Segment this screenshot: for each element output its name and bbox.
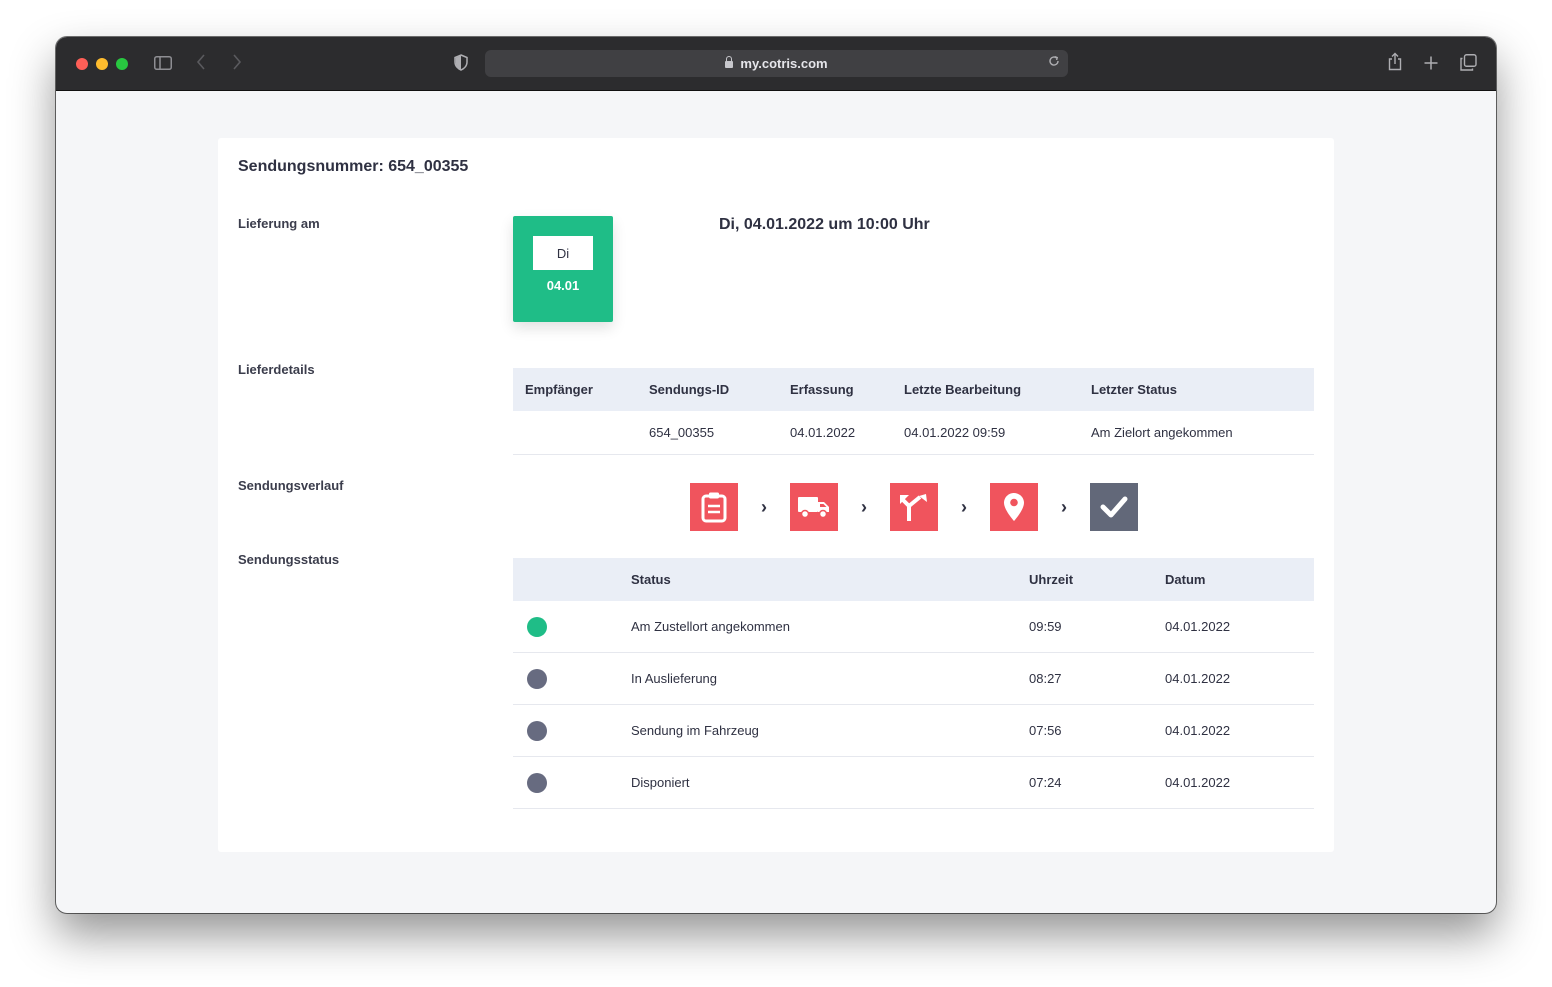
details-table: Empfänger Sendungs-ID Erfassung Letzte B… [513,368,1314,455]
lock-icon [725,56,734,68]
status-header-row: Status Uhrzeit Datum [513,558,1314,601]
status-text: In Auslieferung [619,652,1017,705]
cell-last-status: Am Zielort angekommen [1079,411,1314,455]
cell-shipment-id: 654_00355 [637,411,778,455]
table-row: Am Zustellort angekommen 09:59 04.01.202… [513,601,1314,653]
col-recipient: Empfänger [513,368,637,411]
share-icon[interactable] [1388,52,1402,75]
status-dot-icon [527,616,547,637]
status-date: 04.01.2022 [1153,756,1314,809]
shipment-progress: › › › › [690,483,1138,531]
table-row: Sendung im Fahrzeug 07:56 04.01.2022 [513,704,1314,757]
minimize-window-button[interactable] [96,58,108,70]
status-time: 07:24 [1017,756,1153,809]
status-dot-icon [527,668,547,689]
chevron-right-icon: › [861,496,867,517]
delivery-date-tile: Di 04.01 [513,216,613,322]
status-date: 04.01.2022 [1153,652,1314,705]
col-shipment-id: Sendungs-ID [637,368,778,411]
chevron-right-icon: › [961,496,967,517]
status-text: Disponiert [619,756,1017,809]
table-row: 654_00355 04.01.2022 04.01.2022 09:59 Am… [513,411,1314,455]
status-text: Am Zustellort angekommen [619,601,1017,653]
checkmark-icon [1090,483,1138,531]
status-time: 09:59 [1017,601,1153,653]
browser-window: my.cotris.com Sendungsnummer: 654_00355 … [56,37,1496,913]
url-text: my.cotris.com [740,56,828,71]
delivery-weekday: Di [533,236,593,270]
cell-last-edit: 04.01.2022 09:59 [892,411,1079,455]
route-split-icon [890,483,938,531]
delivery-datetime: Di, 04.01.2022 um 10:00 Uhr [719,216,930,233]
table-row: In Auslieferung 08:27 04.01.2022 [513,652,1314,705]
col-capture: Erfassung [778,368,892,411]
page-title: Sendungsnummer: 654_00355 [238,158,469,175]
forward-icon[interactable] [232,54,242,74]
history-label: Sendungsverlauf [238,478,344,493]
chevron-right-icon: › [761,496,767,517]
back-icon[interactable] [196,54,206,74]
status-dot-icon [527,720,547,741]
status-dot-icon [527,772,547,793]
delivery-day-month: 04.01 [546,278,580,293]
delivery-label: Lieferung am [238,216,320,231]
details-label: Lieferdetails [238,362,315,377]
sidebar-toggle-icon[interactable] [154,54,172,74]
status-indicator [513,601,619,653]
col-last-edit: Letzte Bearbeitung [892,368,1079,411]
status-date: 04.01.2022 [1153,704,1314,757]
shipment-card: Sendungsnummer: 654_00355 Lieferung am D… [218,138,1334,852]
truck-icon [790,483,838,531]
tab-overview-icon[interactable] [1460,54,1477,75]
status-indicator [513,652,619,705]
table-row: Disponiert 07:24 04.01.2022 [513,756,1314,809]
chevron-right-icon: › [1061,496,1067,517]
col-last-status: Letzter Status [1079,368,1314,411]
details-header-row: Empfänger Sendungs-ID Erfassung Letzte B… [513,368,1314,411]
reload-icon[interactable] [1048,55,1060,70]
status-text: Sendung im Fahrzeug [619,704,1017,757]
col-indicator [513,558,619,601]
cell-recipient [513,411,637,455]
col-date: Datum [1153,558,1314,601]
status-table: Status Uhrzeit Datum Am Zustellort angek… [513,558,1314,809]
col-time: Uhrzeit [1017,558,1153,601]
status-indicator [513,704,619,757]
status-date: 04.01.2022 [1153,601,1314,653]
privacy-shield-icon[interactable] [454,54,468,75]
new-tab-icon[interactable] [1424,54,1438,74]
zoom-window-button[interactable] [116,58,128,70]
clipboard-icon [690,483,738,531]
status-indicator [513,756,619,809]
cell-capture: 04.01.2022 [778,411,892,455]
location-pin-icon [990,483,1038,531]
browser-toolbar: my.cotris.com [56,37,1496,91]
close-window-button[interactable] [76,58,88,70]
status-time: 08:27 [1017,652,1153,705]
status-time: 07:56 [1017,704,1153,757]
status-label: Sendungsstatus [238,552,340,567]
address-bar[interactable]: my.cotris.com [485,50,1068,77]
col-status: Status [619,558,1017,601]
